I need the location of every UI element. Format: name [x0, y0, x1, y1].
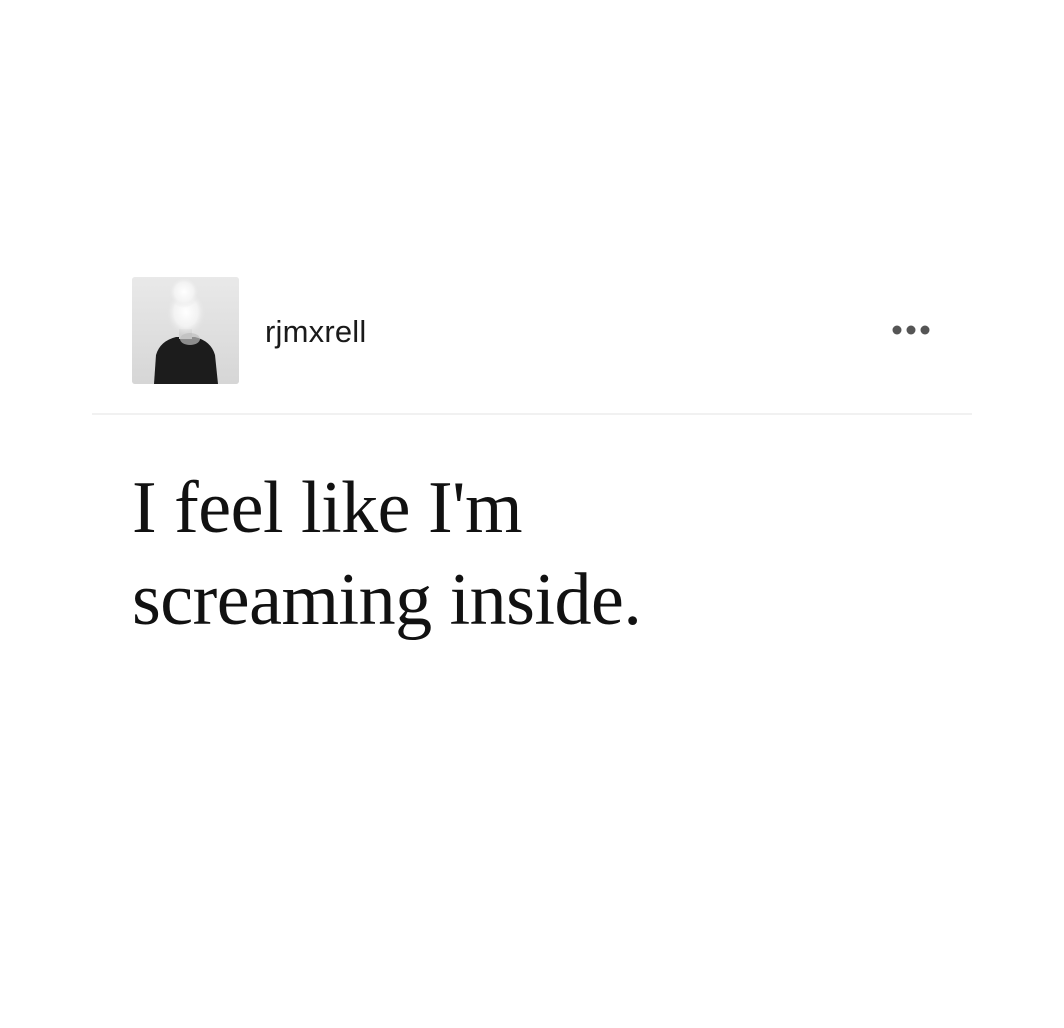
avatar[interactable]	[132, 277, 239, 384]
post-header: rjmxrell	[132, 277, 932, 384]
username[interactable]: rjmxrell	[265, 313, 366, 351]
more-options-button[interactable]	[890, 317, 932, 343]
post-text: I feel like I'm screaming inside.	[132, 462, 952, 646]
post-text-line-2: screaming inside.	[132, 559, 642, 641]
post-text-line-1: I feel like I'm	[132, 467, 523, 549]
avatar-image	[132, 277, 239, 384]
divider	[92, 413, 972, 415]
more-horizontal-icon	[892, 325, 930, 335]
post-card: rjmxrell I feel like I'm screaming insid…	[0, 0, 1064, 1028]
